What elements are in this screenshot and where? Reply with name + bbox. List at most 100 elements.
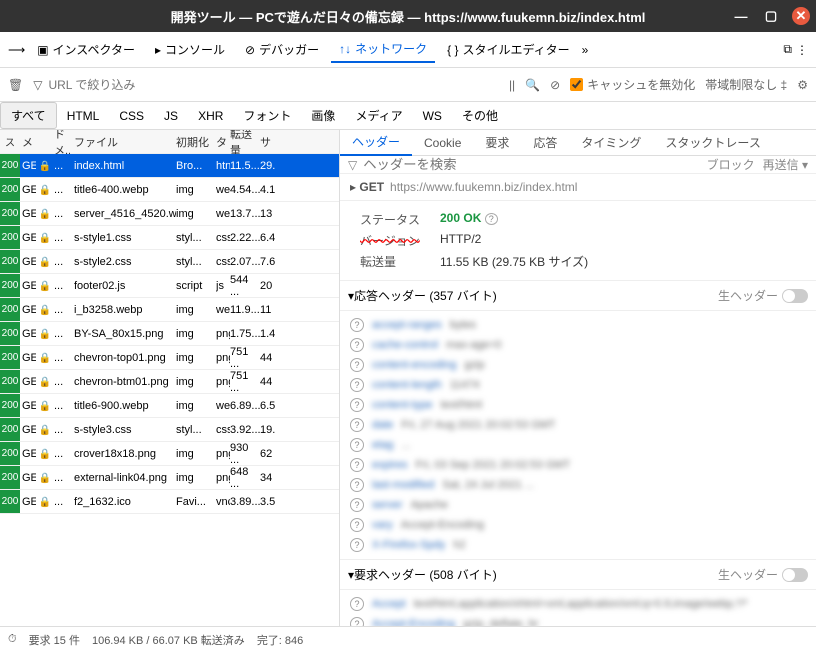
request-headers-section[interactable]: ▾ 要求ヘッダー (508 バイト) 生ヘッダー [340,559,816,590]
detail-tabs: ヘッダー Cookie 要求 応答 タイミング スタックトレース [340,130,816,156]
lock-icon [39,184,51,196]
filter-other[interactable]: その他 [452,103,508,128]
lock-icon [39,280,51,292]
dtab-cookie[interactable]: Cookie [412,132,473,154]
lock-icon [39,400,51,412]
table-header-row: ス メ ドメ... ファイル 初期化 タ 転送量 サ [0,130,339,154]
lock-icon [39,232,51,244]
responsive-icon[interactable]: ⧉ [783,42,792,57]
header-item: ?expiresFri, 03 Sep 2021 20:02:53 GMT [350,455,806,475]
statusbar: ⏱ 要求 15 件 106.94 KB / 66.07 KB 転送済み 完了: … [0,626,816,652]
status-transfer: 106.94 KB / 66.07 KB 転送済み [92,632,245,648]
table-row[interactable]: 200GE...crover18x18.pngimgpng930 ...62 [0,442,339,466]
dtab-stack[interactable]: スタックトレース [653,130,772,155]
lock-icon [39,328,51,340]
table-row[interactable]: 200GE...chevron-top01.pngimgpng751 ...44 [0,346,339,370]
network-icon: ↑↓ [339,42,351,56]
pause-icon[interactable]: || [509,78,515,92]
clear-icon[interactable]: 🗑 [8,78,23,92]
search-icon[interactable]: 🔍 [525,78,540,92]
block-icon[interactable]: ⊘ [550,78,560,92]
more-tabs-icon[interactable]: » [582,43,589,57]
lock-icon [39,304,51,316]
url-filter-input[interactable] [48,78,203,92]
filter-xhr[interactable]: XHR [188,105,233,127]
header-item: ?cache-controlmax-age=0 [350,335,806,355]
network-toolbar: 🗑 ▽ || 🔍 ⊘ キャッシュを無効化 帯域制限なし ‡ ⚙ [0,68,816,102]
lock-icon [39,448,51,460]
header-item: ?Accept-Encodinggzip, deflate, br [350,614,806,626]
tab-styleeditor[interactable]: { } スタイルエディター [439,37,578,62]
inspector-icon: ▣ [37,43,48,57]
table-row[interactable]: 200GE...BY-SA_80x15.pngimgpng1.75...1.4 [0,322,339,346]
lock-icon [39,424,51,436]
filter-media[interactable]: メディア [345,103,412,128]
table-row[interactable]: 200GE...chevron-btm01.pngimgpng751 ...44 [0,370,339,394]
lock-icon [39,472,51,484]
table-row[interactable]: 200GE...footer02.jsscriptjs544 ...20 [0,274,339,298]
filter-tabs: すべて HTML CSS JS XHR フォント 画像 メディア WS その他 [0,102,816,130]
lock-icon [39,208,51,220]
dock-icon[interactable]: ⟶ [8,43,25,57]
header-filter-input[interactable] [363,157,700,172]
block-link[interactable]: ブロック [707,156,755,173]
header-item: ?content-typetext/html [350,395,806,415]
dtab-response[interactable]: 応答 [521,130,569,155]
header-item: ?serverApache [350,495,806,515]
filter-js[interactable]: JS [154,105,188,127]
maximize-button[interactable]: ▢ [762,7,780,25]
header-item: ?etag... [350,435,806,455]
table-row[interactable]: 200GE...s-style2.cssstyl...css2.07...7.6 [0,250,339,274]
filter-ws[interactable]: WS [413,105,452,127]
lock-icon [39,256,51,268]
details-panel: ヘッダー Cookie 要求 応答 タイミング スタックトレース ▽ ブロック … [340,130,816,626]
filter-css[interactable]: CSS [109,105,154,127]
header-item: ?dateFri, 27 Aug 2021 20:02:53 GMT [350,415,806,435]
filter-html[interactable]: HTML [57,105,110,127]
table-row[interactable]: 200GE...external-link04.pngimgpng648 ...… [0,466,339,490]
tab-console[interactable]: ▸ コンソール [147,37,233,62]
devtools-toolbar: ⟶ ▣ インスペクター ▸ コンソール ⊘ デバッガー ↑↓ ネットワーク { … [0,32,816,68]
status-complete: 完了: 846 [257,632,303,648]
options-icon[interactable]: ⋮ [796,43,808,57]
console-icon: ▸ [155,43,161,57]
filter-icon: ▽ [348,158,357,172]
filter-all[interactable]: すべて [0,102,57,129]
response-headers-section[interactable]: ▾ 応答ヘッダー (357 バイト) 生ヘッダー [340,280,816,311]
minimize-button[interactable]: — [732,7,750,25]
dtab-header[interactable]: ヘッダー [340,130,412,156]
tab-debugger[interactable]: ⊘ デバッガー [237,37,327,62]
lock-icon [39,496,51,508]
table-row[interactable]: 200GE...title6-400.webpimgwe4.54...4.1 [0,178,339,202]
header-item: ?content-length11474 [350,375,806,395]
request-table: ス メ ドメ... ファイル 初期化 タ 転送量 サ 200GE...index… [0,130,340,626]
dtab-request[interactable]: 要求 [473,130,521,155]
settings-icon[interactable]: ⚙ [797,78,808,92]
close-button[interactable]: ✕ [792,7,810,25]
raw-toggle[interactable] [782,568,808,582]
throttle-select[interactable]: 帯域制限なし ‡ [705,76,787,93]
lock-icon [39,376,51,388]
tab-inspector[interactable]: ▣ インスペクター [29,37,143,62]
disable-cache-checkbox[interactable]: キャッシュを無効化 [570,76,695,93]
lock-icon [39,160,51,172]
status-requests: 要求 15 件 [29,632,80,648]
table-row[interactable]: 200GE...f2_1632.icoFavi...vnc3.89...3.5 [0,490,339,514]
table-row[interactable]: 200GE...index.htmlBro...htn11.5...29. [0,154,339,178]
tab-network[interactable]: ↑↓ ネットワーク [331,36,435,63]
dtab-timing[interactable]: タイミング [569,130,653,155]
raw-toggle[interactable] [782,289,808,303]
perf-icon[interactable]: ⏱ [8,633,17,646]
window-titlebar: 開発ツール — PCで遊んだ日々の備忘録 — https://www.fuuke… [0,0,816,32]
header-item: ?last-modifiedSat, 24 Jul 2021 ... [350,475,806,495]
table-row[interactable]: 200GE...server_4516_4520.wimgwe13.7...13 [0,202,339,226]
table-row[interactable]: 200GE...s-style1.cssstyl...css2.22...6.4 [0,226,339,250]
resend-link[interactable]: 再送信 ▾ [763,156,808,173]
filter-icon: ▽ [33,78,42,92]
filter-image[interactable]: 画像 [301,103,345,128]
table-row[interactable]: 200GE...s-style3.cssstyl...css3.92...19. [0,418,339,442]
table-row[interactable]: 200GE...title6-900.webpimgwe6.89...6.5 [0,394,339,418]
filter-font[interactable]: フォント [233,103,301,128]
styleeditor-icon: { } [447,43,458,57]
table-row[interactable]: 200GE...i_b3258.webpimgwe11.9...11 [0,298,339,322]
